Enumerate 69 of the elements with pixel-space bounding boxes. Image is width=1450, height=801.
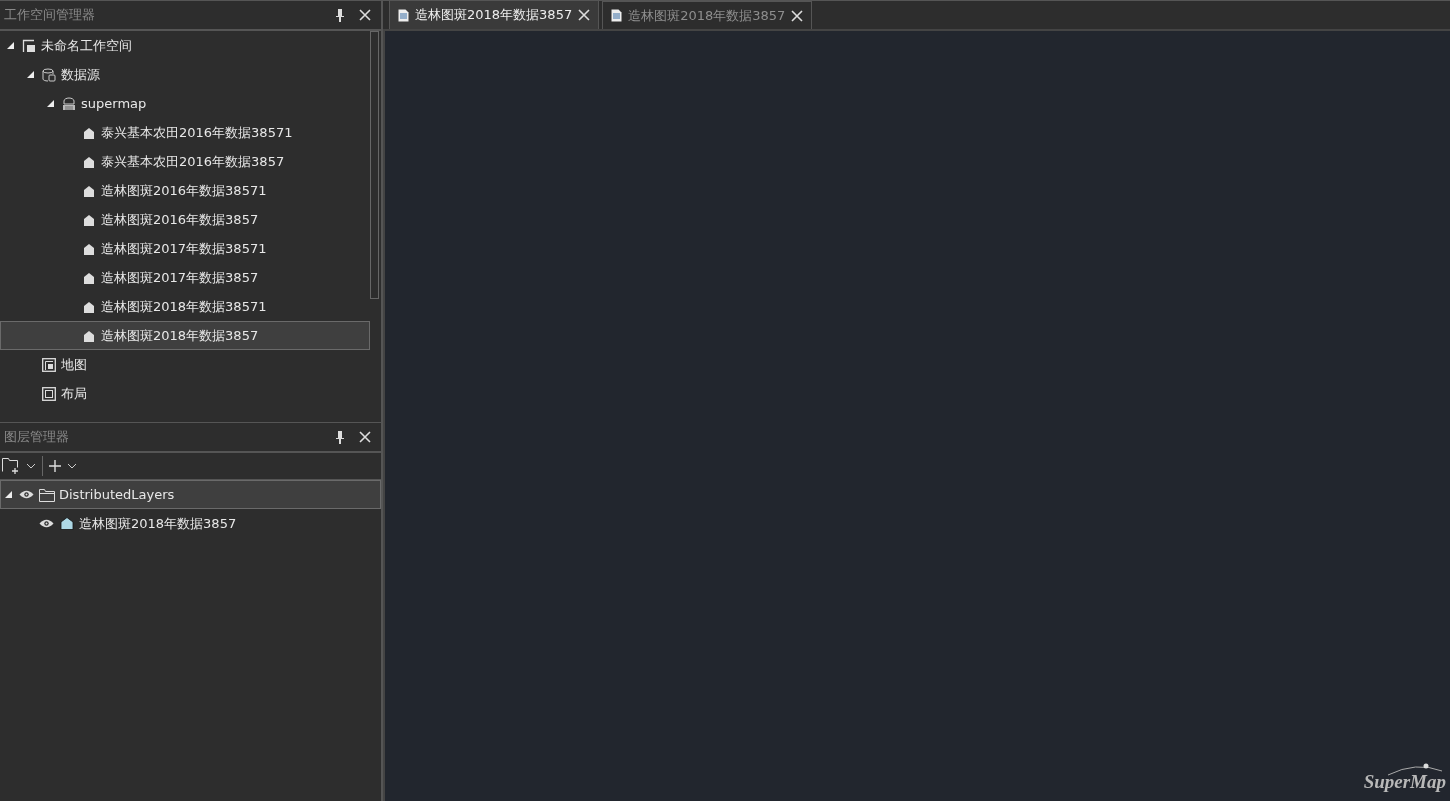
database-icon <box>42 67 56 82</box>
database-icon <box>62 96 76 111</box>
polygon-dataset-icon <box>83 242 95 255</box>
tree-item[interactable]: 泰兴基本农田2016年数据3857 <box>0 147 370 176</box>
panel-title: 工作空间管理器 <box>4 6 96 24</box>
close-icon[interactable] <box>359 9 371 21</box>
pin-icon[interactable] <box>335 430 345 444</box>
tree-label: 造林图斑2017年数据3857 <box>101 268 259 287</box>
polygon-layer-icon <box>60 517 74 530</box>
tree-label: 造林图斑2018年数据38571 <box>101 297 267 316</box>
tree-item[interactable]: 造林图斑2017年数据3857 <box>0 263 370 292</box>
tree-item[interactable]: 地图 <box>0 350 370 379</box>
tree-item[interactable]: 布局 <box>0 379 370 408</box>
layout-icon <box>42 386 56 401</box>
map-icon <box>42 357 56 372</box>
polygon-dataset-icon <box>83 126 95 139</box>
new-layer-group-icon[interactable] <box>2 458 20 474</box>
polygon-dataset-icon <box>83 184 95 197</box>
expanded-triangle-icon[interactable] <box>26 71 34 78</box>
plus-icon[interactable] <box>49 460 61 472</box>
close-tab-icon[interactable] <box>791 9 804 22</box>
workspace-icon <box>22 38 36 53</box>
panel-title: 图层管理器 <box>4 428 70 446</box>
expanded-triangle-icon[interactable] <box>4 491 12 498</box>
tree-item[interactable]: 造林图斑2018年数据38571 <box>0 292 370 321</box>
tree-label: 造林图斑2017年数据38571 <box>101 239 267 258</box>
scrollbar-thumb[interactable] <box>370 31 379 299</box>
close-tab-icon[interactable] <box>578 9 591 21</box>
tree-item[interactable]: 造林图斑2018年数据3857 <box>0 321 370 350</box>
tree-item[interactable]: 造林图斑2018年数据3857 <box>0 509 381 538</box>
eye-icon[interactable] <box>19 490 34 499</box>
tree-label: 造林图斑2016年数据3857 <box>101 210 259 229</box>
pin-icon[interactable] <box>335 8 345 22</box>
eye-icon[interactable] <box>39 519 54 528</box>
logo: SuperMap <box>1363 763 1446 793</box>
tree-item[interactable]: 泰兴基本农田2016年数据38571 <box>0 118 370 147</box>
tree-label: 未命名工作空间 <box>41 36 132 55</box>
polygon-dataset-icon <box>83 271 95 284</box>
tree-label: 造林图斑2018年数据3857 <box>101 326 259 345</box>
tree-item[interactable]: 造林图斑2016年数据3857 <box>0 205 370 234</box>
tree-label: 泰兴基本农田2016年数据3857 <box>101 152 285 171</box>
document-icon <box>611 9 623 22</box>
expanded-triangle-icon[interactable] <box>6 42 14 49</box>
tree-label: 数据源 <box>61 65 100 84</box>
document-tab[interactable]: 造林图斑2018年数据3857 <box>389 0 600 29</box>
tree-item[interactable]: 造林图斑2016年数据38571 <box>0 176 370 205</box>
tree-label: 泰兴基本农田2016年数据38571 <box>101 123 293 142</box>
tree-label: 造林图斑2018年数据3857 <box>79 514 237 533</box>
polygon-dataset-icon <box>83 213 95 226</box>
tree-label: DistributedLayers <box>59 487 175 502</box>
tree-label: supermap <box>81 96 147 111</box>
tree-label: 造林图斑2016年数据38571 <box>101 181 267 200</box>
polygon-dataset-icon <box>83 329 95 342</box>
chevron-down-icon[interactable] <box>67 463 77 469</box>
document-icon <box>398 8 409 22</box>
tree-item[interactable]: DistributedLayers <box>0 480 381 509</box>
document-tab[interactable]: 造林图斑2018年数据3857 <box>602 1 813 29</box>
close-icon[interactable] <box>359 431 371 443</box>
tree-item[interactable]: 未命名工作空间 <box>0 31 370 60</box>
polygon-dataset-icon <box>83 300 95 313</box>
polygon-dataset-icon <box>83 155 95 168</box>
tree-label: 布局 <box>61 384 87 403</box>
chevron-down-icon[interactable] <box>26 463 36 469</box>
tree-item[interactable]: 造林图斑2017年数据38571 <box>0 234 370 263</box>
folder-icon <box>39 487 55 502</box>
tree-item[interactable]: supermap <box>0 89 370 118</box>
expanded-triangle-icon[interactable] <box>46 100 54 107</box>
tree-label: 地图 <box>61 355 87 374</box>
tree-item[interactable]: 数据源 <box>0 60 370 89</box>
